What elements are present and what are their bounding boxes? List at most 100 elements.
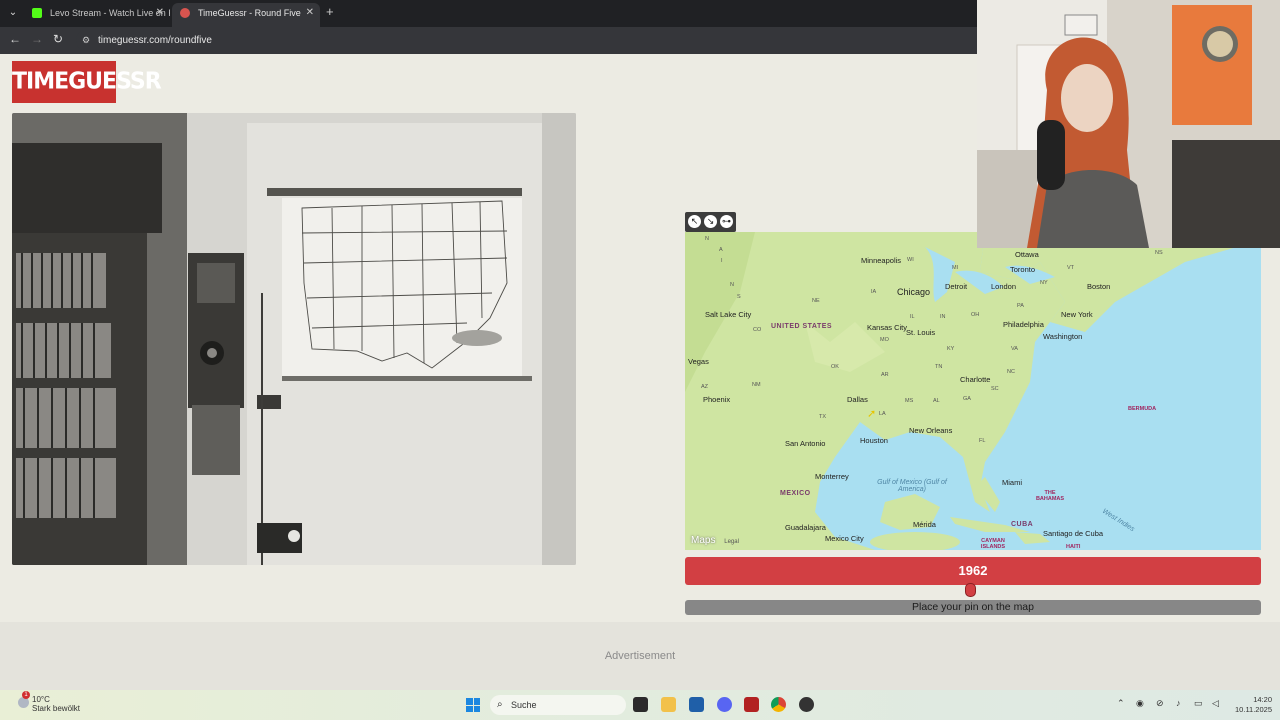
map-city: London <box>991 282 1017 291</box>
map-state: CO <box>753 327 762 333</box>
taskbar-search[interactable]: ⌕ Suche <box>490 695 626 715</box>
map-label-partial: S <box>737 294 741 300</box>
discord-icon[interactable] <box>717 697 732 712</box>
close-tab-icon[interactable]: ✕ <box>156 3 164 23</box>
volume-icon[interactable]: ◁ <box>1212 698 1219 709</box>
map-city: Washington <box>1043 332 1083 341</box>
round-photo <box>12 113 576 565</box>
map-country: BERMUDA <box>1128 406 1157 412</box>
tab-levo-stream[interactable]: Levo Stream - Watch Live on Ki ✕ <box>24 3 170 27</box>
map-city: Mexico City <box>825 534 864 543</box>
map-label-partial: N <box>730 282 734 288</box>
site-info-icon[interactable]: ⚙ <box>82 30 90 51</box>
map-country: CAYMAN ISLANDS <box>980 538 1006 550</box>
microphone-icon[interactable]: ♪ <box>1176 698 1181 708</box>
map-city: San Antonio <box>785 439 826 448</box>
obs-icon[interactable] <box>799 697 814 712</box>
map-land <box>685 232 1261 550</box>
map-city: St. Louis <box>906 328 936 337</box>
apple-maps-logo: Maps Legal <box>691 535 739 546</box>
map-state: WI <box>907 257 914 263</box>
map-state: TX <box>819 414 827 420</box>
map-state: SC <box>991 386 999 392</box>
voicemeeter-icon[interactable] <box>744 697 759 712</box>
clock-time: 14:20 <box>1253 695 1272 704</box>
map-state: NC <box>1007 369 1015 375</box>
search-icon: ⌕ <box>497 699 503 710</box>
map-state: AZ <box>701 384 709 390</box>
map-state: IN <box>940 314 946 320</box>
file-explorer-icon[interactable] <box>661 697 676 712</box>
year-slider-thumb[interactable] <box>965 583 976 597</box>
map-state: NY <box>1040 280 1048 286</box>
tray-chevron-icon[interactable]: ⌃ <box>1117 698 1125 709</box>
weather-desc: Stark bewölkt <box>32 704 81 713</box>
display-icon[interactable]: ▭ <box>1194 698 1203 709</box>
map-city: Vegas <box>688 357 709 366</box>
store-icon[interactable] <box>689 697 704 712</box>
map-state: IL <box>910 314 915 320</box>
map-state: MI <box>952 265 959 271</box>
tab-title: Levo Stream - Watch Live on Ki <box>50 8 170 18</box>
map-legal-link[interactable]: Legal <box>724 539 739 545</box>
map-state: NM <box>752 382 761 388</box>
map-city: Minneapolis <box>861 256 902 265</box>
webcam-image <box>977 0 1280 248</box>
map-city: Guadalajara <box>785 523 826 532</box>
map-water-label: Gulf of Mexico (Gulf of America) <box>877 479 947 493</box>
kick-favicon-icon <box>32 8 42 18</box>
map-state: FL <box>979 438 986 444</box>
map-city: New York <box>1061 310 1093 319</box>
map-city: Salt Lake City <box>705 310 752 319</box>
tab-timeguessr[interactable]: TimeGuessr - Round Five ✕ <box>172 3 320 27</box>
place-pin-button[interactable]: Place your pin on the map <box>685 600 1261 615</box>
year-slider-track[interactable]: 1962 <box>685 557 1261 585</box>
photo-image <box>12 113 576 565</box>
map-country: UNITED STATES <box>771 323 833 330</box>
guess-map[interactable]: N A I N S Minneapolis Chicago Detroit To… <box>685 232 1261 550</box>
map-city: Toronto <box>1010 265 1036 274</box>
map-city: Mérida <box>913 520 936 529</box>
map-city: Monterrey <box>815 472 849 481</box>
map-size-controls: ↖ ↘ ⊶ <box>685 212 736 232</box>
map-city: Dallas <box>847 395 868 404</box>
maps-brand-text: Maps <box>691 535 716 546</box>
weather-temp: 10°C <box>32 695 50 704</box>
timeguessr-logo[interactable]: TIMEGUESSR <box>12 61 162 103</box>
shrink-map-icon[interactable]: ↖ <box>688 215 701 228</box>
map-state: NS <box>1155 250 1163 256</box>
forward-icon[interactable]: → <box>31 32 43 46</box>
back-icon[interactable]: ← <box>9 32 21 46</box>
reload-icon[interactable]: ↻ <box>53 32 63 46</box>
map-city: Chicago <box>897 287 931 297</box>
map-city: Charlotte <box>960 375 991 384</box>
expand-map-icon[interactable]: ↘ <box>704 215 717 228</box>
timeguessr-favicon-icon <box>180 8 190 18</box>
chrome-icon[interactable] <box>771 697 786 712</box>
map-state: LA <box>879 411 886 417</box>
map-state: OH <box>971 312 980 318</box>
tray-app-icon[interactable]: ◉ <box>1136 698 1144 709</box>
close-tab-icon[interactable]: ✕ <box>306 3 314 23</box>
new-tab-icon[interactable]: + <box>326 4 334 19</box>
map-city: Detroit <box>945 282 968 291</box>
map-city: Philadelphia <box>1003 320 1044 329</box>
year-value: 1962 <box>958 563 988 578</box>
map-state: MO <box>880 337 889 343</box>
network-off-icon[interactable]: ⊘ <box>1156 698 1164 709</box>
tab-search-chevron-icon[interactable]: ⌄ <box>4 4 22 22</box>
weather-widget[interactable]: 1 10°C Stark bewölkt <box>18 691 81 713</box>
map-city: Phoenix <box>703 395 731 404</box>
map-country: THE BAHAMAS <box>1035 490 1065 502</box>
system-clock[interactable]: 14:20 10.11.2025 <box>1226 695 1272 715</box>
advertisement-area: Advertisement <box>0 622 1280 690</box>
task-view-icon[interactable] <box>633 697 648 712</box>
map-state: AL <box>933 398 940 404</box>
map-state: AR <box>881 372 889 378</box>
map-country: MEXICO <box>780 490 811 497</box>
pin-map-icon[interactable]: ⊶ <box>720 215 733 228</box>
address-bar[interactable]: ⚙ timeguessr.com/roundfive <box>76 30 976 51</box>
map-state: TN <box>935 364 943 370</box>
cursor-icon: ➚ <box>867 408 877 420</box>
windows-start-icon[interactable] <box>466 698 480 712</box>
